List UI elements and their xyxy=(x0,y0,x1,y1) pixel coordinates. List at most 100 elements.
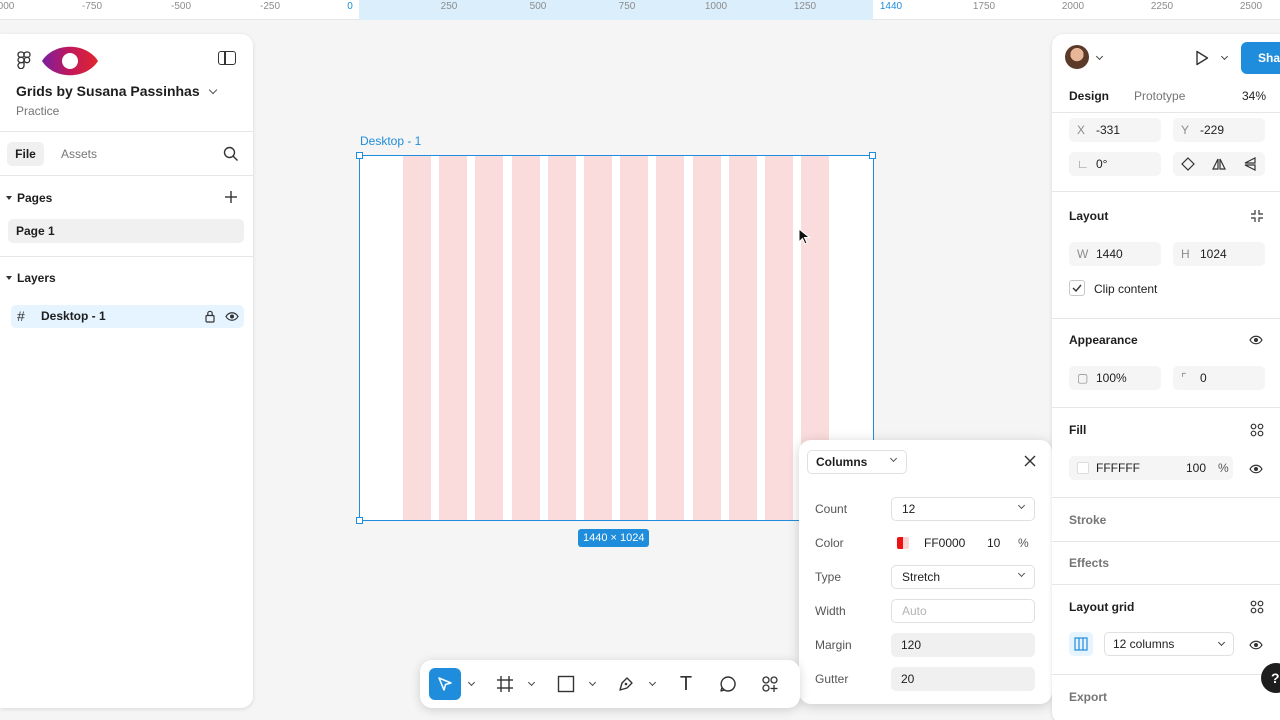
layer-item-desktop-1[interactable]: # Desktop - 1 xyxy=(11,305,244,328)
divider xyxy=(1052,541,1280,542)
percent-sign: % xyxy=(1218,461,1229,475)
close-icon[interactable] xyxy=(1024,455,1036,467)
chevron-down-icon[interactable] xyxy=(527,678,536,687)
fill-swatch[interactable] xyxy=(1077,462,1089,474)
y-position-field[interactable]: Y -229 xyxy=(1173,118,1265,142)
type-label: Type xyxy=(815,570,842,584)
resize-handle[interactable] xyxy=(356,152,363,159)
desktop-frame[interactable] xyxy=(359,155,874,521)
height-field[interactable]: H 1024 xyxy=(1173,242,1265,266)
opacity-icon: ▢ xyxy=(1077,371,1089,385)
chevron-down-icon[interactable] xyxy=(1095,52,1104,61)
layout-grid-heading: Layout grid xyxy=(1069,600,1135,614)
zoom-level[interactable]: 34% xyxy=(1242,89,1266,103)
stroke-heading[interactable]: Stroke xyxy=(1069,513,1106,527)
layout-grid-popover: Columns Count 12 Color FF0000 10 % Type … xyxy=(799,440,1052,704)
width-input[interactable]: Auto xyxy=(891,599,1035,623)
visibility-eye-icon[interactable] xyxy=(1249,333,1263,347)
styles-grid-icon[interactable] xyxy=(1250,423,1264,437)
rotate-90-icon[interactable] xyxy=(1181,157,1195,171)
flip-vertical-icon[interactable] xyxy=(1243,157,1257,171)
color-hex-value[interactable]: FF0000 xyxy=(924,531,965,555)
visibility-eye-icon[interactable] xyxy=(225,311,239,322)
grid-column xyxy=(765,156,793,520)
collapse-arrows-icon[interactable] xyxy=(1250,209,1264,223)
color-label: Color xyxy=(815,536,844,550)
add-page-icon[interactable] xyxy=(224,190,238,204)
shape-tool-button[interactable] xyxy=(550,668,582,700)
rotation-value[interactable]: 0° xyxy=(1096,152,1107,176)
layout-grid-select[interactable]: 12 columns xyxy=(1104,632,1234,656)
columns-grid-icon xyxy=(1074,637,1088,651)
resize-handle[interactable] xyxy=(869,152,876,159)
clip-content-checkbox[interactable] xyxy=(1069,280,1085,296)
chevron-down-icon[interactable] xyxy=(588,678,597,687)
visibility-eye-icon[interactable] xyxy=(1249,462,1263,476)
pen-tool-button[interactable] xyxy=(610,668,642,700)
search-icon[interactable] xyxy=(223,146,239,162)
tab-assets[interactable]: Assets xyxy=(61,142,97,166)
page-item[interactable]: Page 1 xyxy=(8,219,244,243)
chevron-down-icon xyxy=(208,85,217,94)
flip-horizontal-icon[interactable] xyxy=(1212,157,1226,171)
chevron-down-icon[interactable] xyxy=(1220,52,1229,61)
figma-menu-icon[interactable] xyxy=(17,51,31,69)
toggle-sidebar-icon[interactable] xyxy=(218,51,236,65)
text-tool-button[interactable]: T xyxy=(670,668,702,700)
corner-radius-field[interactable]: ⌜ 0 xyxy=(1173,366,1265,390)
opacity-value[interactable]: 100% xyxy=(1096,366,1127,390)
chevron-down-icon xyxy=(1217,638,1226,647)
grid-settings-button[interactable] xyxy=(1069,632,1093,656)
percent-sign: % xyxy=(1018,536,1029,550)
export-heading[interactable]: Export xyxy=(1069,690,1107,704)
share-button[interactable]: Share xyxy=(1241,42,1280,74)
move-tool-button[interactable] xyxy=(429,668,461,700)
type-select[interactable]: Stretch xyxy=(891,565,1035,589)
grid-type-select[interactable]: Columns xyxy=(807,450,907,474)
corner-radius-icon: ⌜ xyxy=(1181,371,1187,385)
file-title[interactable]: Grids by Susana Passinhas xyxy=(16,83,217,99)
fill-hex-value[interactable]: FFFFFF xyxy=(1096,456,1140,480)
lock-icon[interactable] xyxy=(205,310,215,323)
frame-label[interactable]: Desktop - 1 xyxy=(360,134,421,148)
x-value[interactable]: -331 xyxy=(1096,118,1120,142)
pages-header[interactable]: Pages xyxy=(6,191,52,205)
project-name[interactable]: Practice xyxy=(16,104,59,118)
chevron-down-icon xyxy=(1017,569,1026,578)
frame-tool-button[interactable] xyxy=(489,668,521,700)
y-value[interactable]: -229 xyxy=(1200,118,1224,142)
width-field[interactable]: W 1440 xyxy=(1069,242,1161,266)
radius-value[interactable]: 0 xyxy=(1200,366,1207,390)
x-position-field[interactable]: X -331 xyxy=(1069,118,1161,142)
pages-heading: Pages xyxy=(17,191,53,205)
effects-heading[interactable]: Effects xyxy=(1069,556,1109,570)
comment-tool-button[interactable] xyxy=(712,668,744,700)
chevron-down-icon[interactable] xyxy=(648,678,657,687)
tab-prototype[interactable]: Prototype xyxy=(1134,89,1185,103)
opacity-field[interactable]: ▢ 100% xyxy=(1069,366,1161,390)
divider xyxy=(0,175,253,176)
grid-color-field[interactable]: FF0000 10 % xyxy=(891,531,1035,555)
visibility-eye-icon[interactable] xyxy=(1249,638,1263,652)
w-value[interactable]: 1440 xyxy=(1096,242,1123,266)
user-avatar[interactable] xyxy=(1065,45,1089,69)
tab-file[interactable]: File xyxy=(7,142,44,166)
rotation-field[interactable]: ∟ 0° xyxy=(1069,152,1161,176)
chevron-down-icon[interactable] xyxy=(467,678,476,687)
count-select[interactable]: 12 xyxy=(891,497,1035,521)
color-opacity-value[interactable]: 10 xyxy=(987,531,1000,555)
actions-tool-button[interactable] xyxy=(754,668,786,700)
divider xyxy=(1052,584,1280,585)
styles-grid-icon[interactable] xyxy=(1250,600,1264,614)
h-value[interactable]: 1024 xyxy=(1200,242,1227,266)
gutter-input[interactable]: 20 xyxy=(891,667,1035,691)
color-swatch[interactable] xyxy=(897,537,909,549)
tab-design[interactable]: Design xyxy=(1069,89,1109,103)
play-icon[interactable] xyxy=(1195,50,1209,66)
fill-color-field[interactable]: FFFFFF 100 % xyxy=(1069,456,1233,480)
layers-header[interactable]: Layers xyxy=(6,271,56,285)
resize-handle[interactable] xyxy=(356,517,363,524)
margin-input[interactable]: 120 xyxy=(891,633,1035,657)
fill-opacity-value[interactable]: 100 xyxy=(1186,456,1206,480)
right-sidebar: Share Design Prototype 34% X -331 Y -229… xyxy=(1052,34,1280,720)
